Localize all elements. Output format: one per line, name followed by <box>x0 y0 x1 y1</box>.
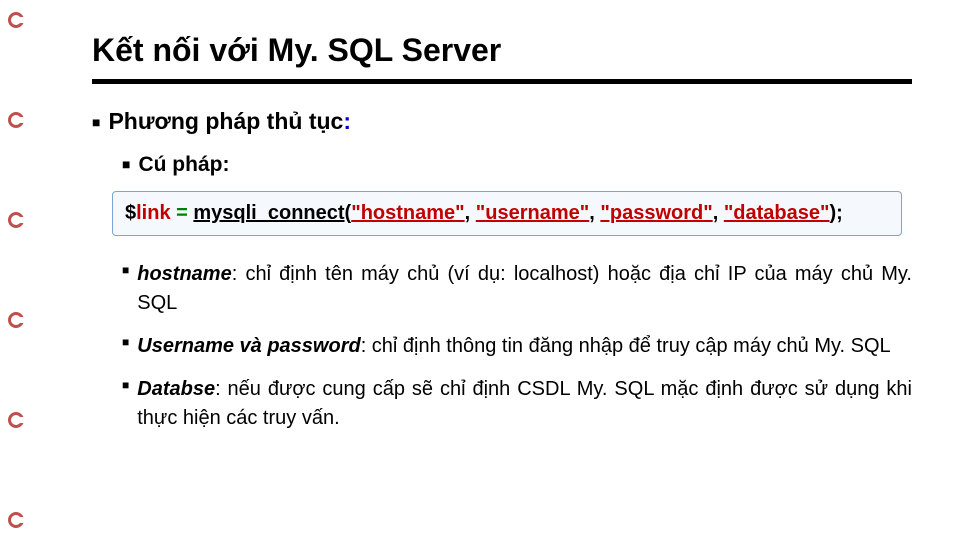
section-heading: Phương pháp thủ tục: <box>108 108 351 135</box>
list-item: ■ hostname: chỉ định tên máy chủ (ví dụ:… <box>122 260 912 318</box>
list-item-lead: Username và password <box>137 335 360 357</box>
code-equals: = <box>171 202 194 224</box>
deco-bullet-icon <box>6 10 26 30</box>
list-item-lead: hostname <box>137 263 231 285</box>
list-item-text: hostname: chỉ định tên máy chủ (ví dụ: l… <box>137 260 912 318</box>
list-item-body: : nếu được cung cấp sẽ chỉ định CSDL My.… <box>137 378 912 429</box>
deco-bullet-icon <box>6 210 26 230</box>
section-heading-colon: : <box>343 108 351 134</box>
code-comma: , <box>713 202 724 224</box>
subsection-heading-row: ■ Cú pháp: <box>122 153 912 177</box>
square-bullet-icon: ■ <box>92 115 100 129</box>
list-item-body: : chỉ định thông tin đăng nhập để truy c… <box>361 335 891 357</box>
list-item-text: Username và password: chỉ định thông tin… <box>137 332 890 361</box>
code-dollar: $ <box>125 202 136 224</box>
code-function: mysqli_connect <box>193 202 344 224</box>
list-item-lead: Databse <box>137 378 215 400</box>
title-underline <box>92 79 912 84</box>
section-heading-row: ■ Phương pháp thủ tục: <box>92 108 912 135</box>
code-var: link <box>136 202 170 224</box>
section-heading-text: Phương pháp thủ tục <box>108 108 343 134</box>
code-arg-database: "database" <box>724 202 830 224</box>
list-item-body: : chỉ định tên máy chủ (ví dụ: localhost… <box>137 263 912 314</box>
description-list: ■ hostname: chỉ định tên máy chủ (ví dụ:… <box>122 260 912 433</box>
deco-bullet-icon <box>6 410 26 430</box>
square-bullet-icon: ■ <box>122 379 129 437</box>
code-arg-username: "username" <box>476 202 589 224</box>
code-comma: , <box>589 202 600 224</box>
code-arg-password: "password" <box>600 202 712 224</box>
deco-bullet-icon <box>6 510 26 530</box>
code-close-paren: ); <box>830 202 843 224</box>
slide-title: Kết nối với My. SQL Server <box>92 32 912 77</box>
deco-bullet-icon <box>6 310 26 330</box>
code-arg-hostname: "hostname" <box>351 202 464 224</box>
slide-content: Kết nối với My. SQL Server ■ Phương pháp… <box>92 32 912 447</box>
list-item: ■ Username và password: chỉ định thông t… <box>122 332 912 361</box>
subsection-heading: Cú pháp: <box>138 153 229 177</box>
list-item: ■ Databse: nếu được cung cấp sẽ chỉ định… <box>122 375 912 433</box>
deco-bullet-icon <box>6 110 26 130</box>
square-bullet-icon: ■ <box>122 264 129 322</box>
code-syntax-box: $link = mysqli_connect("hostname", "user… <box>112 191 902 236</box>
list-item-text: Databse: nếu được cung cấp sẽ chỉ định C… <box>137 375 912 433</box>
square-bullet-icon: ■ <box>122 336 129 365</box>
left-decorative-bullets <box>0 0 36 540</box>
square-bullet-icon: ■ <box>122 157 130 171</box>
code-comma: , <box>465 202 476 224</box>
